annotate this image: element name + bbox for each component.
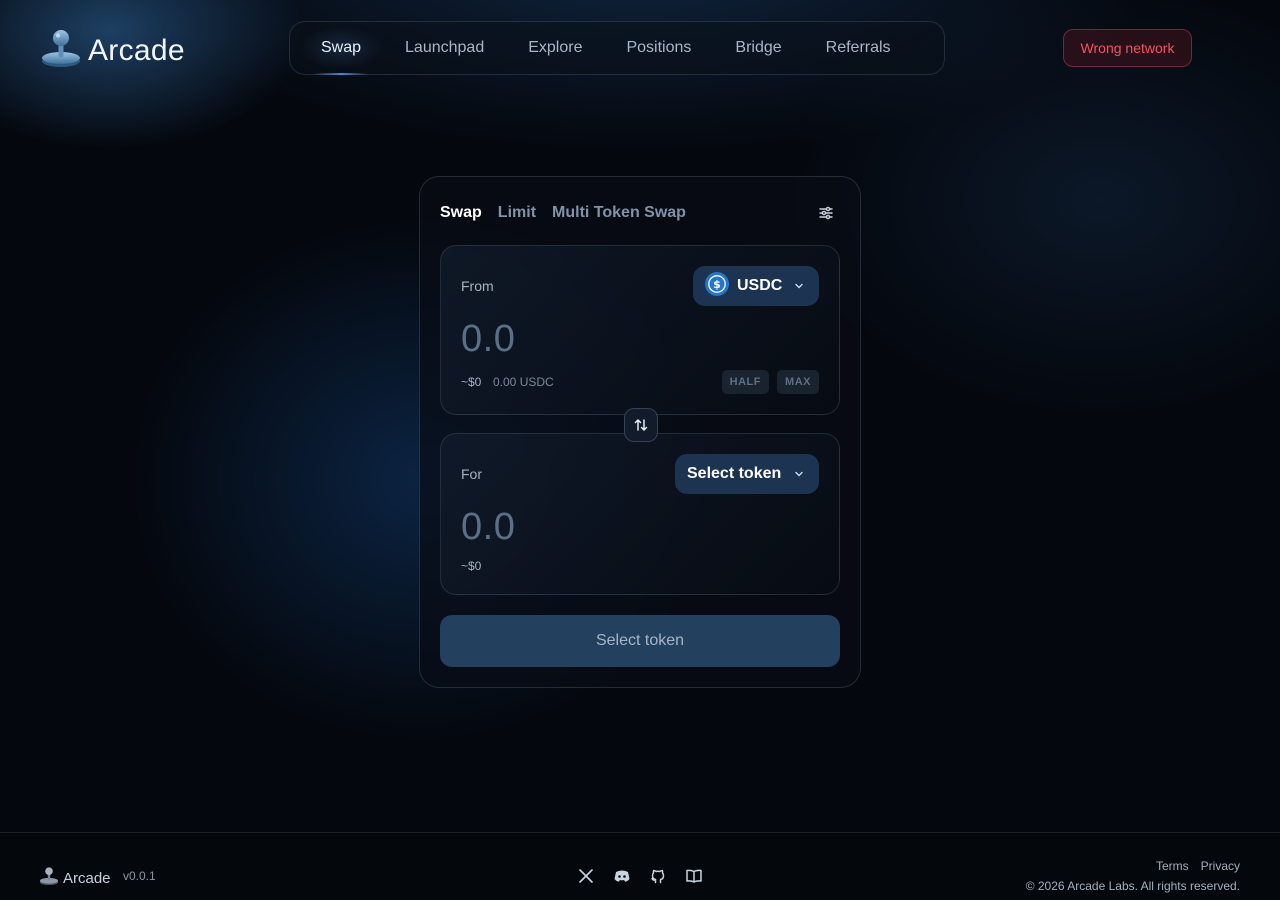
nav-item-referrals[interactable]: Referrals bbox=[804, 22, 913, 74]
from-label: From bbox=[461, 278, 494, 294]
nav-item-bridge[interactable]: Bridge bbox=[713, 22, 803, 74]
nav-item-launchpad[interactable]: Launchpad bbox=[383, 22, 506, 74]
wrong-network-button[interactable]: Wrong network bbox=[1063, 29, 1192, 67]
swap-tabs: Swap Limit Multi Token Swap bbox=[440, 204, 686, 222]
tab-swap[interactable]: Swap bbox=[440, 204, 482, 222]
brand-name: Arcade bbox=[88, 33, 185, 67]
svg-text:$: $ bbox=[713, 278, 721, 291]
to-label: For bbox=[461, 466, 482, 482]
from-token-select[interactable]: $ USDC bbox=[693, 266, 819, 306]
swap-arrows-icon bbox=[633, 417, 649, 433]
nav-item-explore[interactable]: Explore bbox=[506, 22, 604, 74]
to-usd-value: ~$0 bbox=[461, 559, 482, 573]
tab-multi-token-swap[interactable]: Multi Token Swap bbox=[552, 204, 686, 222]
chevron-down-icon bbox=[793, 280, 805, 292]
from-usd-value: ~$0 bbox=[461, 375, 482, 389]
social-links bbox=[577, 867, 703, 885]
usdc-icon: $ bbox=[705, 271, 729, 301]
from-token-symbol: USDC bbox=[737, 277, 783, 294]
github-icon[interactable] bbox=[649, 867, 667, 885]
joystick-icon bbox=[39, 865, 59, 892]
max-button[interactable]: MAX bbox=[777, 370, 819, 394]
flip-direction-button[interactable] bbox=[624, 408, 658, 442]
to-token-label: Select token bbox=[687, 465, 782, 482]
tab-limit[interactable]: Limit bbox=[498, 204, 536, 222]
from-balance: 0.00 USDC bbox=[493, 375, 554, 389]
x-icon[interactable] bbox=[577, 867, 595, 885]
footer-links: Terms Privacy bbox=[1156, 859, 1240, 873]
discord-icon[interactable] bbox=[613, 867, 631, 885]
sliders-icon[interactable] bbox=[818, 205, 834, 221]
from-panel: From $ USDC 0.0 ~$0 0.00 USDC HALF MAX bbox=[440, 245, 840, 415]
to-token-select[interactable]: Select token bbox=[675, 454, 819, 494]
main-nav: Swap Launchpad Explore Positions Bridge … bbox=[289, 21, 945, 75]
copyright-text: © 2026 Arcade Labs. All rights reserved. bbox=[1025, 879, 1240, 893]
footer-brand-name: Arcade bbox=[63, 870, 111, 887]
half-button[interactable]: HALF bbox=[721, 370, 769, 394]
app-version: v0.0.1 bbox=[123, 869, 156, 883]
footer: Arcade v0.0.1 Terms Privacy © 2026 Arcad… bbox=[0, 832, 1280, 900]
docs-book-icon[interactable] bbox=[685, 867, 703, 885]
nav-item-swap[interactable]: Swap bbox=[299, 22, 384, 75]
swap-card: Swap Limit Multi Token Swap From $ USDC bbox=[419, 176, 861, 688]
privacy-link[interactable]: Privacy bbox=[1201, 859, 1240, 873]
brand-logo[interactable]: Arcade bbox=[40, 27, 185, 74]
footer-brand-logo[interactable]: Arcade bbox=[39, 865, 111, 892]
nav-item-positions[interactable]: Positions bbox=[604, 22, 713, 74]
terms-link[interactable]: Terms bbox=[1156, 859, 1189, 873]
joystick-icon bbox=[40, 27, 82, 74]
to-panel: For Select token 0.0 ~$0 bbox=[440, 433, 840, 595]
to-amount-value: 0.0 bbox=[461, 506, 516, 548]
chevron-down-icon bbox=[793, 468, 805, 480]
from-amount-input[interactable]: 0.0 bbox=[461, 318, 515, 361]
select-token-cta-button[interactable]: Select token bbox=[440, 615, 840, 667]
